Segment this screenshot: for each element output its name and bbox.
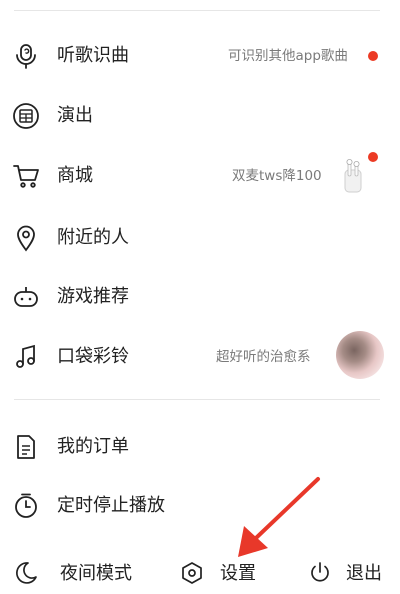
bottom-bar: 夜间模式 设置 退出 — [0, 548, 400, 594]
notification-badge — [368, 51, 378, 61]
avatar — [336, 331, 384, 379]
night-mode-button[interactable]: 夜间模式 — [0, 548, 150, 594]
menu-item-label: 演出 — [57, 105, 93, 126]
menu-item-shows[interactable]: 演出 — [0, 90, 400, 142]
menu-item-mall[interactable]: 商城 双麦tws降100 — [0, 150, 400, 202]
notification-badge — [368, 152, 378, 162]
hexagon-settings-icon — [180, 561, 204, 585]
microphone-icon — [12, 42, 40, 70]
shopping-cart-icon — [12, 162, 40, 190]
menu-item-sleep-timer[interactable]: 定时停止播放 — [0, 480, 400, 532]
logout-label: 退出 — [346, 563, 382, 584]
menu-item-label: 定时停止播放 — [57, 495, 165, 516]
menu-item-song-recognition[interactable]: 听歌识曲 可识别其他app歌曲 — [0, 30, 400, 82]
settings-button[interactable]: 设置 — [170, 548, 280, 594]
night-mode-label: 夜间模式 — [60, 563, 132, 584]
logout-button[interactable]: 退出 — [300, 548, 400, 594]
settings-label: 设置 — [220, 563, 256, 584]
section-divider — [14, 399, 380, 400]
menu-item-label: 听歌识曲 — [57, 45, 129, 66]
gamepad-icon — [12, 283, 40, 311]
menu-item-nearby-people[interactable]: 附近的人 — [0, 212, 400, 264]
earbuds-product-thumbnail — [340, 156, 368, 196]
menu-item-label: 附近的人 — [57, 227, 129, 248]
document-icon — [12, 433, 40, 461]
menu-item-subtitle: 可识别其他app歌曲 — [228, 48, 348, 64]
top-divider — [14, 10, 380, 11]
moon-icon — [14, 561, 38, 585]
timer-icon — [12, 492, 40, 520]
menu-item-label: 商城 — [57, 165, 93, 186]
menu-item-subtitle: 超好听的治愈系 — [216, 349, 311, 365]
menu-item-label: 口袋彩铃 — [57, 346, 129, 367]
ticket-icon — [12, 102, 40, 130]
menu-item-subtitle: 双麦tws降100 — [232, 168, 322, 184]
menu-item-game-recommendations[interactable]: 游戏推荐 — [0, 271, 400, 323]
menu-item-label: 游戏推荐 — [57, 286, 129, 307]
location-pin-icon — [12, 224, 40, 252]
menu-item-label: 我的订单 — [57, 436, 129, 457]
power-icon — [308, 561, 332, 585]
music-note-icon — [12, 343, 40, 371]
menu-item-pocket-ringtone[interactable]: 口袋彩铃 超好听的治愈系 — [0, 331, 400, 383]
menu-item-my-orders[interactable]: 我的订单 — [0, 421, 400, 473]
